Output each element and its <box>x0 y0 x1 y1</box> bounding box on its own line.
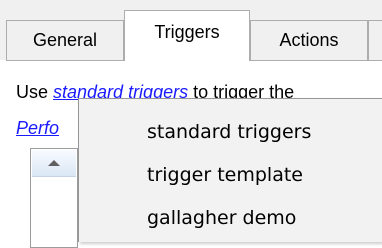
tab-actions-label: Actions <box>279 30 339 50</box>
trigger-dropdown-menu: standard triggers trigger template galla… <box>78 98 382 242</box>
menu-item-trigger-template[interactable]: trigger template <box>79 155 382 195</box>
menu-item-gallagher-demo[interactable]: gallagher demo <box>79 198 382 238</box>
tab-triggers[interactable]: Triggers <box>124 10 250 61</box>
tab-triggers-label: Triggers <box>154 21 220 42</box>
tab-actions[interactable]: Actions <box>250 20 368 60</box>
performance-link[interactable]: Perfo <box>16 118 59 138</box>
sort-ascending-icon <box>48 160 60 166</box>
trigger-list[interactable] <box>30 148 78 248</box>
tab-bar: General Triggers Actions <box>0 0 382 61</box>
second-line: Perfo <box>16 118 59 139</box>
tab-general[interactable]: General <box>6 20 124 60</box>
instruction-prefix: Use <box>16 82 54 102</box>
tab-general-label: General <box>32 30 98 50</box>
tab-overflow[interactable] <box>368 20 382 60</box>
menu-item-standard-triggers[interactable]: standard triggers <box>79 112 382 152</box>
list-column-header[interactable] <box>32 150 76 177</box>
